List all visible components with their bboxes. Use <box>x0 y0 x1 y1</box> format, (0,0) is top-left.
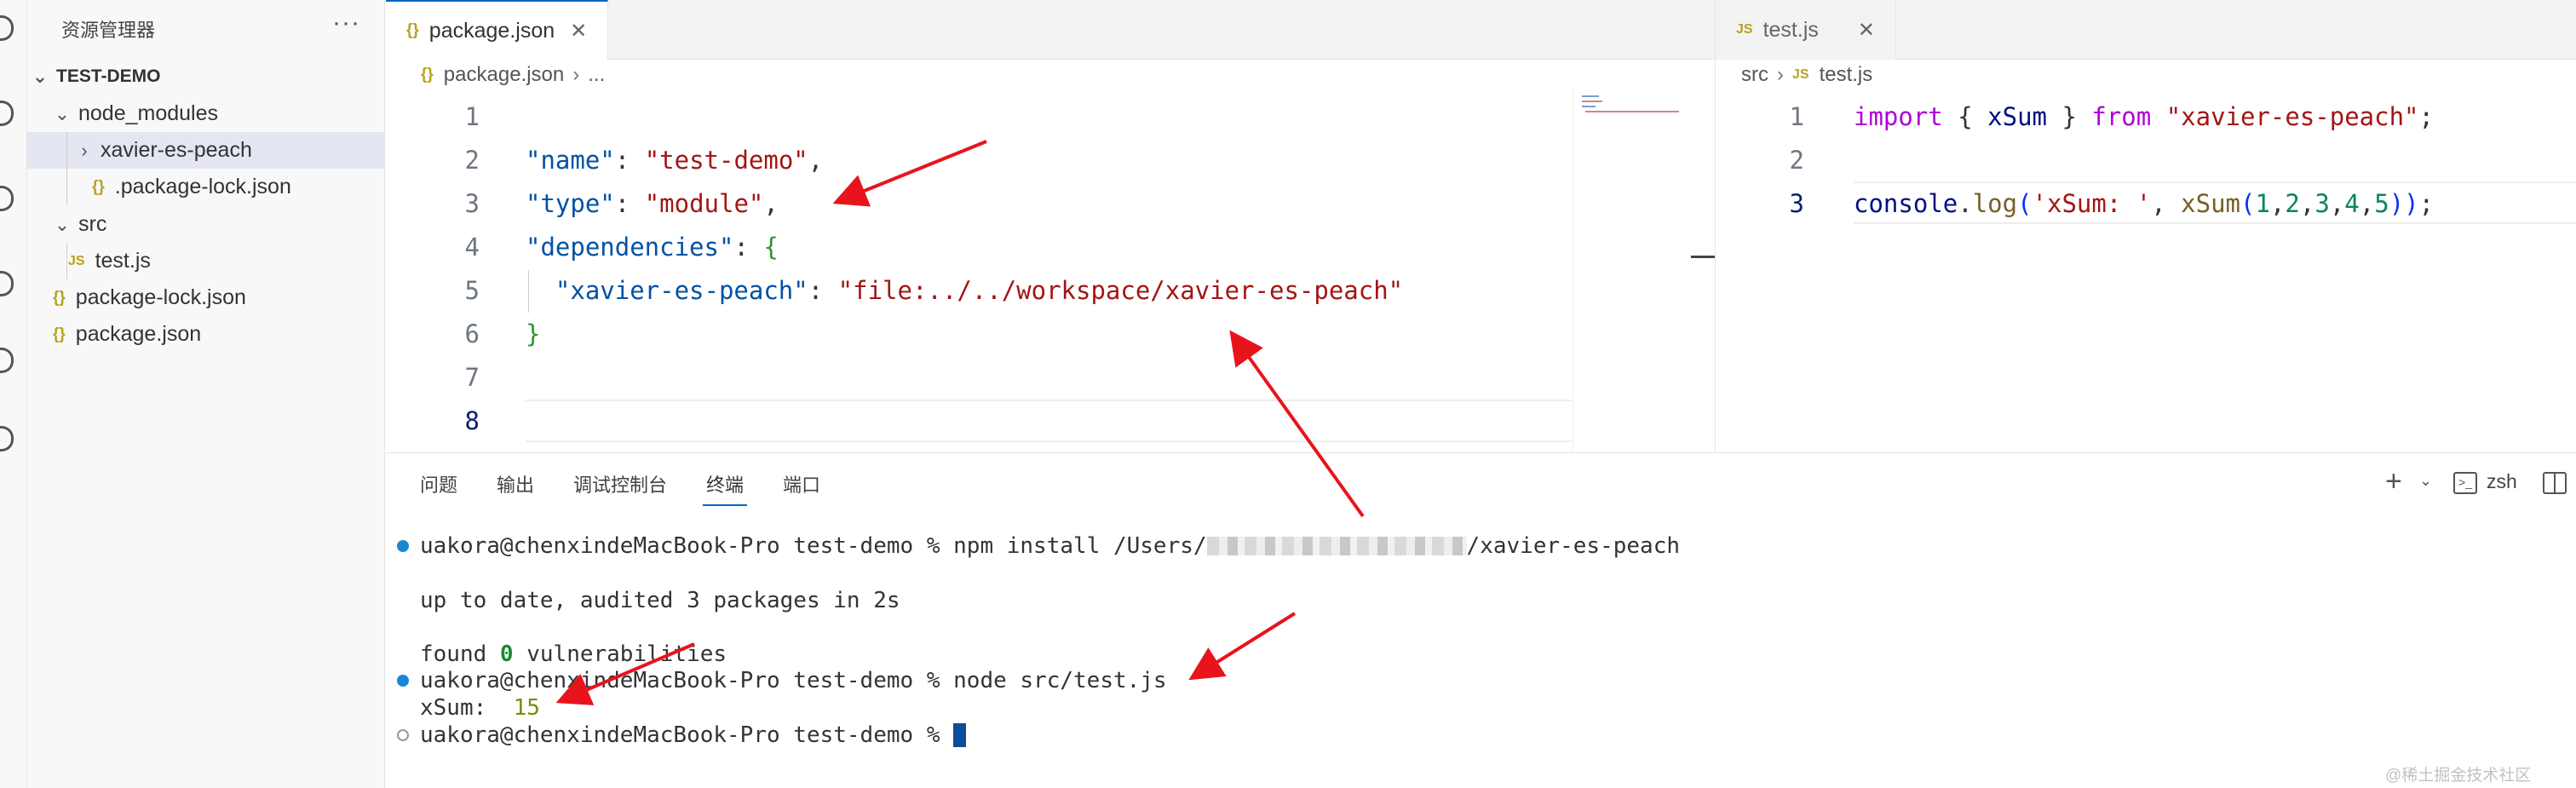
line-number: 3 <box>464 189 480 218</box>
code-token: { <box>1942 102 1988 131</box>
code-token: 1 <box>2255 189 2270 218</box>
line-number: 3 <box>1789 189 1804 218</box>
code-token: from <box>2091 102 2152 131</box>
code-token: , <box>763 189 779 218</box>
code-token: 2 <box>2285 189 2300 218</box>
code-token: , <box>2269 189 2286 218</box>
code-token: { <box>763 233 779 262</box>
line-number: 1 <box>464 102 480 131</box>
code-token: , <box>2151 189 2182 218</box>
code-line[interactable]: "dependencies": { <box>526 226 779 268</box>
code-token: ; <box>2418 102 2434 131</box>
code-token: : <box>808 276 838 305</box>
line-number: 1 <box>1789 102 1804 131</box>
code-token: "file:../../workspace/xavier-es-peach" <box>837 276 1404 305</box>
code-token: 5 <box>2374 189 2389 218</box>
code-token: "type" <box>526 189 615 218</box>
code-token: : <box>614 189 645 218</box>
code-token: xSum <box>2181 189 2240 218</box>
code-token: , <box>2359 189 2375 218</box>
line-number: 7 <box>464 363 480 392</box>
code-token: , <box>808 146 824 175</box>
code-token: 4 <box>2344 189 2360 218</box>
line-number: 8 <box>464 406 480 435</box>
code-token: "name" <box>526 146 615 175</box>
code-token: } <box>526 319 541 348</box>
code-token: "module" <box>644 189 764 218</box>
code-token: "test-demo" <box>644 146 808 175</box>
indent-guide <box>528 270 529 313</box>
code-line[interactable]: "name": "test-demo", <box>526 139 823 181</box>
code-token: ) <box>2389 189 2405 218</box>
code-token: ) <box>2404 189 2419 218</box>
arrow-to-type-module <box>832 140 987 207</box>
line-number: 6 <box>464 319 480 348</box>
code-token: 'xSum: ' <box>2032 189 2152 218</box>
code-token: ; <box>2418 189 2435 218</box>
code-token: 3 <box>2314 189 2330 218</box>
code-token: ( <box>2017 189 2033 218</box>
arrow-to-node-command <box>1188 612 1297 681</box>
code-token: log <box>1972 189 2018 218</box>
line-number: 2 <box>464 146 480 175</box>
code-line[interactable]: import { xSum } from "xavier-es-peach"; <box>1854 95 2434 138</box>
code-token: console <box>1854 189 1958 218</box>
line-number: 5 <box>464 276 480 305</box>
code-line[interactable]: console. log('xSum: ', xSum(1, 2, 3, 4, 5)); <box>1854 182 2434 225</box>
code-token: "xavier-es-peach" <box>2165 102 2419 131</box>
code-line[interactable]: "xavier-es-peach": "file:../../workspace… <box>526 269 1403 312</box>
arrow-to-dependency-path <box>1229 330 1365 518</box>
code-line[interactable]: "type": "module", <box>526 182 779 225</box>
code-token: : <box>614 146 645 175</box>
code-token: ( <box>2240 189 2256 218</box>
code-token: : <box>733 233 764 262</box>
code-line[interactable]: } <box>526 313 540 355</box>
code-token: import <box>1854 102 1943 131</box>
line-number: 2 <box>1789 146 1804 175</box>
code-token: . <box>1958 189 1973 218</box>
code-token: "dependencies" <box>526 233 734 262</box>
code-token: xSum <box>1987 102 2047 131</box>
code-token: , <box>2299 189 2315 218</box>
code-token: } <box>2047 102 2092 131</box>
arrow-to-xsum-output <box>555 642 695 705</box>
code-token: , <box>2329 189 2345 218</box>
code-token: "xavier-es-peach" <box>526 276 808 305</box>
line-number: 4 <box>464 233 480 262</box>
